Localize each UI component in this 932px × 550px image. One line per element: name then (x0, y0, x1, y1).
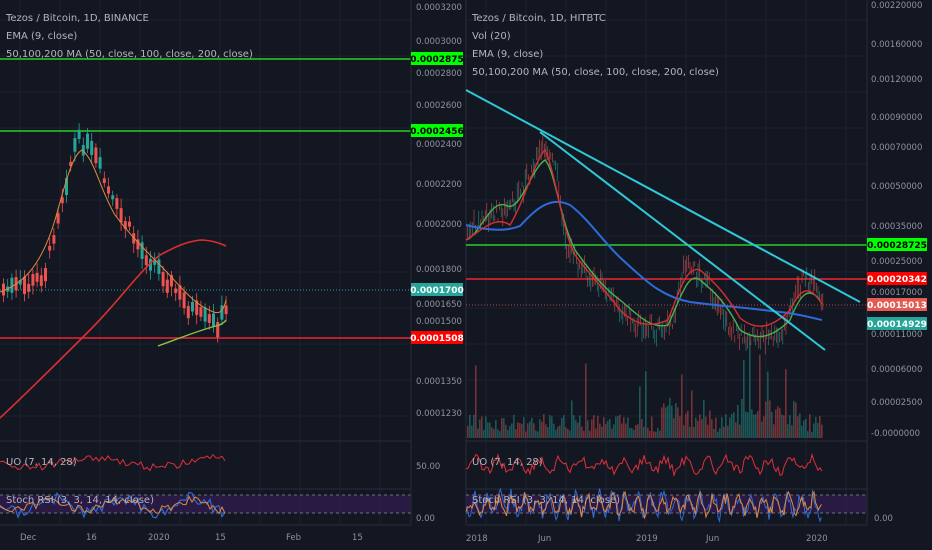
right-axis-tick: 0.00011000 (871, 330, 922, 340)
right-time-tick: Jun (537, 534, 551, 544)
left-tag-current-text: 0.0001700 (410, 286, 464, 296)
left-time-tick: 15 (215, 533, 226, 543)
right-uo-label: UO (7, 14, 28) (472, 457, 543, 468)
chart-layout: Tezos / Bitcoin, 1D, BINANCE EMA (9, clo… (0, 0, 932, 550)
right-axis-tick: 0.00006000 (871, 365, 922, 375)
right-stoch-axis-tick: 0.00 (874, 514, 893, 524)
right-tag-green-text: 0.00028725 (867, 241, 927, 251)
right-ma-label: 50,100,200 MA (50, close, 100, close, 20… (472, 67, 719, 78)
left-stoch-label: Stoch RSI (3, 3, 14, 14, close) (6, 495, 154, 506)
left-uo-axis-tick: 50.00 (416, 462, 440, 472)
left-axis-tick: 0.0002000 (416, 220, 462, 230)
right-axis-tick: 0.00160000 (871, 40, 922, 50)
right-tag-current-text: 0.00015013 (867, 301, 927, 311)
right-axis-tick: 0.00035000 (871, 222, 922, 232)
right-time-tick: 2018 (466, 534, 488, 544)
right-time-tick: 2020 (806, 534, 828, 544)
left-axis-tick: 0.0003000 (416, 37, 462, 47)
left-axis-tick: 0.0002400 (416, 140, 462, 150)
left-ma-label: 50,100,200 MA (50, close, 100, close, 20… (6, 49, 253, 60)
left-ema-label: EMA (9, close) (6, 31, 77, 42)
left-time-tick: Feb (286, 533, 301, 543)
left-axis-tick: 0.0002200 (416, 180, 462, 190)
right-axis-tick: -0.0000000 (871, 429, 920, 439)
left-tag-red-text: 0.0001508 (410, 334, 464, 344)
left-time-tick: 15 (352, 533, 363, 543)
left-time-tick: 2020 (148, 533, 170, 543)
left-axis-tick: 0.0003200 (416, 3, 462, 13)
right-axis-tick: 0.00002500 (871, 398, 922, 408)
right-ema-label: EMA (9, close) (472, 49, 543, 60)
right-axis-tick: 0.00017000 (871, 288, 922, 298)
left-uo-label: UO (7, 14, 28) (6, 457, 77, 468)
left-time-tick: Dec (20, 533, 37, 543)
left-time-tick: 16 (86, 533, 97, 543)
left-axis-tick: 0.0001500 (416, 317, 462, 327)
right-time-tick: Jun (705, 534, 719, 544)
right-axis-tick: 0.00070000 (871, 143, 922, 153)
right-axis-tick: 0.00090000 (871, 113, 922, 123)
right-tag-red-text: 0.00020342 (867, 275, 927, 285)
right-axis-tick: 0.00025000 (871, 257, 922, 267)
left-tag-green-high-text: 0.0002875 (410, 55, 464, 65)
left-tag-green-mid-text: 0.0002456 (410, 127, 464, 137)
right-time-tick: 2019 (636, 534, 658, 544)
right-vol-label: Vol (20) (472, 31, 511, 42)
left-axis-tick: 0.0002600 (416, 101, 462, 111)
charts-canvas: Tezos / Bitcoin, 1D, BINANCE EMA (9, clo… (0, 0, 932, 550)
left-chart-title: Tezos / Bitcoin, 1D, BINANCE (5, 13, 149, 24)
right-tag-blue-text: 0.00014929 (867, 320, 927, 330)
left-axis-tick: 0.0001350 (416, 377, 462, 387)
right-axis-tick: 0.00220000 (871, 1, 922, 11)
right-axis-tick: 0.00120000 (871, 75, 922, 85)
left-axis-tick: 0.0002800 (416, 69, 462, 79)
left-axis-tick: 0.0001650 (416, 300, 462, 310)
left-axis-tick: 0.0001800 (416, 265, 462, 275)
right-stoch-label: Stoch RSI (3, 3, 14, 14, close) (472, 495, 620, 506)
right-axis-tick: 0.00050000 (871, 182, 922, 192)
left-axis-tick: 0.0001230 (416, 409, 462, 419)
left-stoch-axis-tick: 0.00 (416, 514, 435, 524)
right-chart-title: Tezos / Bitcoin, 1D, HITBTC (471, 13, 606, 24)
